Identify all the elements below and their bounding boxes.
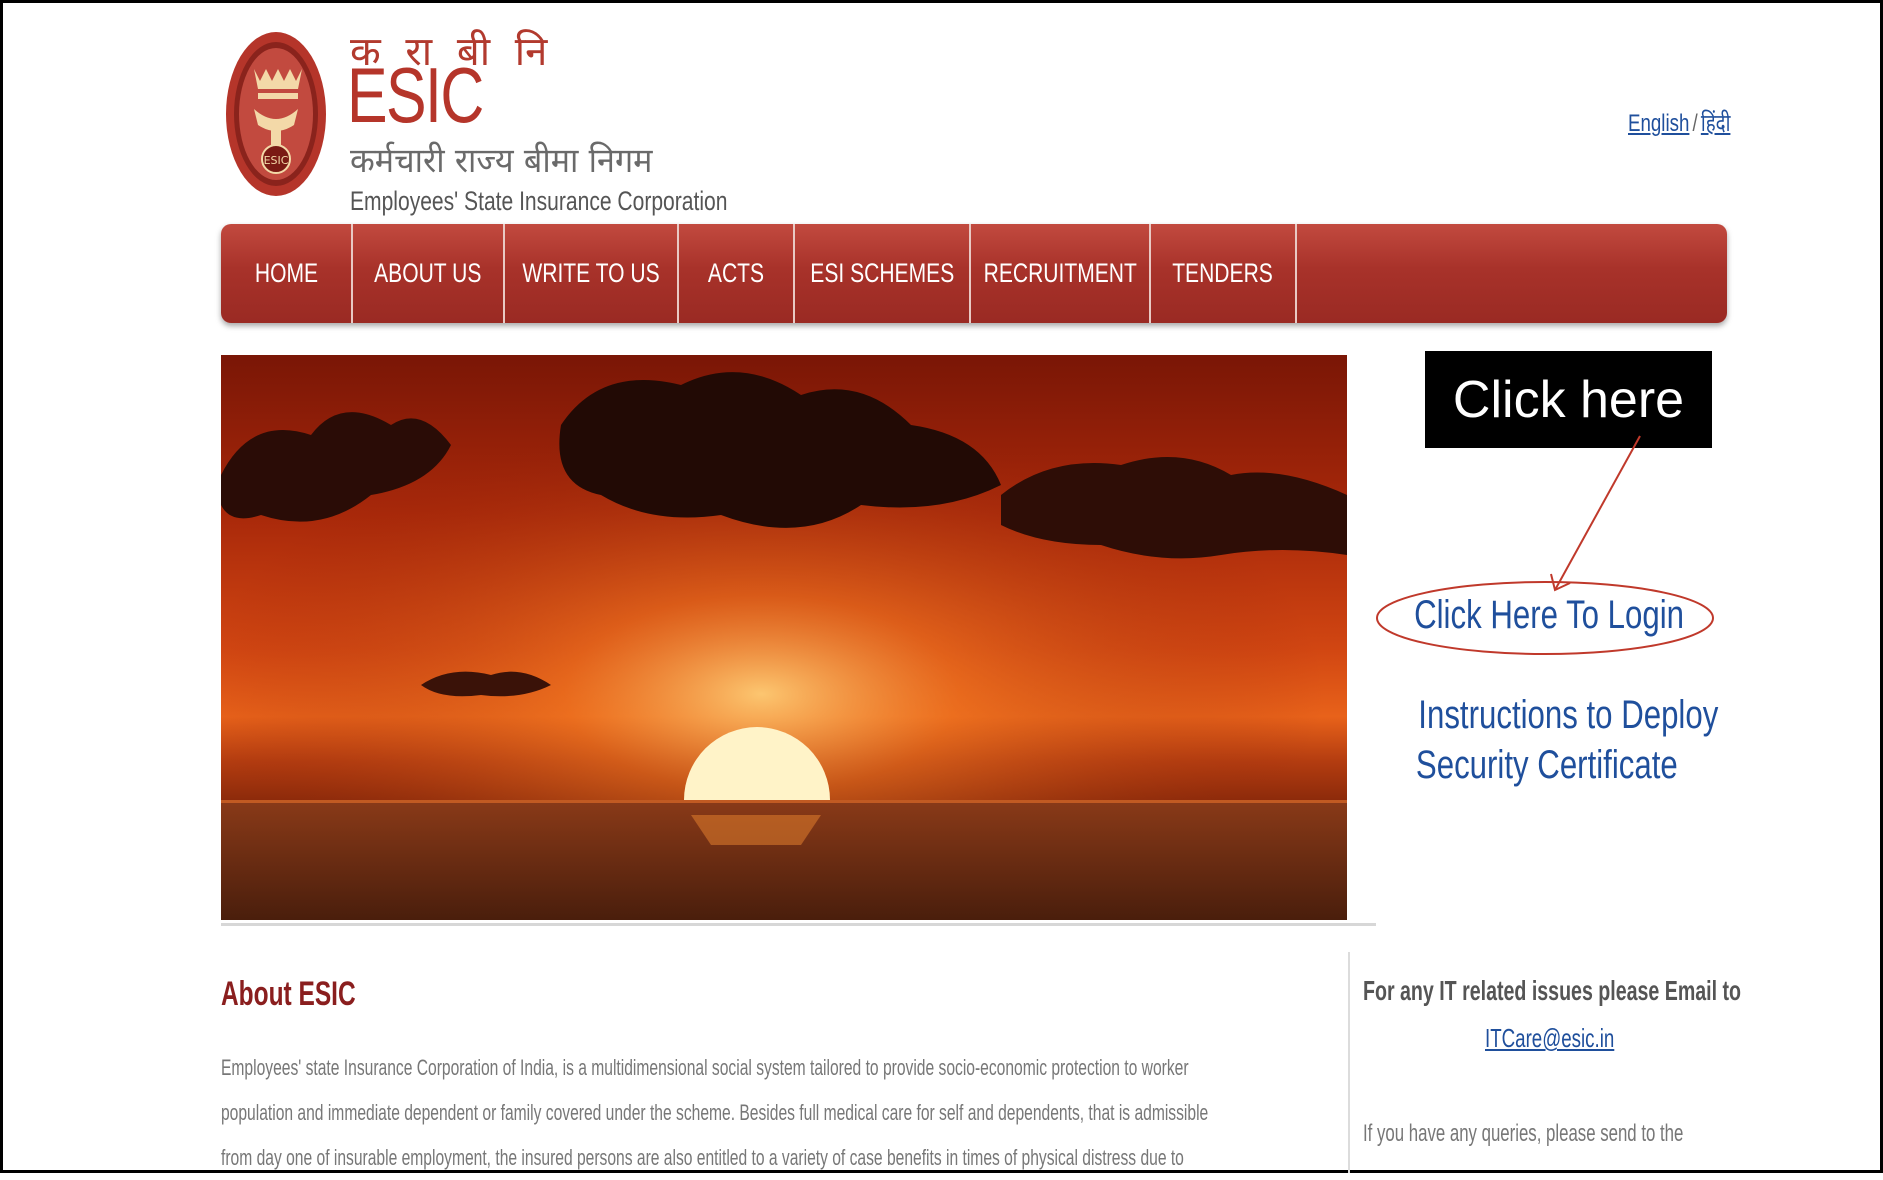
language-separator: / (1692, 110, 1698, 137)
language-hindi-link[interactable]: हिंदी (1701, 110, 1731, 137)
language-switcher: English / हिंदी (1628, 106, 1730, 139)
instructions-line-2: Security Certificate (1416, 743, 1678, 787)
it-support-query-text: If you have any queries, please send to … (1363, 1120, 1684, 1147)
nav-tenders[interactable]: TENDERS (1151, 224, 1297, 323)
nav-recruitment[interactable]: RECRUITMENT (971, 224, 1151, 323)
brand-name: ESIC (347, 51, 484, 139)
nav-acts[interactable]: ACTS (679, 224, 795, 323)
main-nav: HOME ABOUT US WRITE TO US ACTS ESI SCHEM… (221, 224, 1727, 323)
about-line: from day one of insurable employment, th… (221, 1145, 1184, 1170)
security-certificate-instructions-link[interactable]: Instructions to Deploy Security Certific… (1376, 690, 1718, 790)
about-line: Employees' state Insurance Corporation o… (221, 1055, 1189, 1080)
instructions-line-1: Instructions to Deploy (1418, 693, 1719, 737)
hero-divider (221, 923, 1376, 926)
brand-hindi-name: कर्मचारी राज्य बीमा निगम (350, 141, 653, 181)
sidebar-divider (1348, 952, 1350, 1173)
hero-sunset-image (221, 355, 1347, 920)
nav-esi-schemes[interactable]: ESI SCHEMES (795, 224, 971, 323)
about-title: About ESIC (221, 975, 356, 1013)
nav-write-to-us[interactable]: WRITE TO US (505, 224, 679, 323)
it-support-email-link[interactable]: ITCare@esic.in (1485, 1023, 1614, 1054)
sunset-illustration (221, 355, 1347, 920)
language-english-link[interactable]: English (1628, 110, 1689, 137)
nav-home[interactable]: HOME (221, 224, 353, 323)
click-here-callout: Click here (1425, 351, 1712, 448)
about-text: Employees' state Insurance Corporation o… (221, 1045, 1300, 1180)
it-support-title: For any IT related issues please Email t… (1363, 975, 1741, 1006)
esic-logo[interactable]: ESIC (224, 29, 328, 199)
nav-about-us[interactable]: ABOUT US (353, 224, 505, 323)
brand-english-name: Employees' State Insurance Corporation (350, 186, 728, 216)
logo-text: ESIC (264, 154, 289, 167)
about-line: population and immediate dependent or fa… (221, 1100, 1209, 1125)
login-link[interactable]: Click Here To Login (1376, 593, 1718, 645)
